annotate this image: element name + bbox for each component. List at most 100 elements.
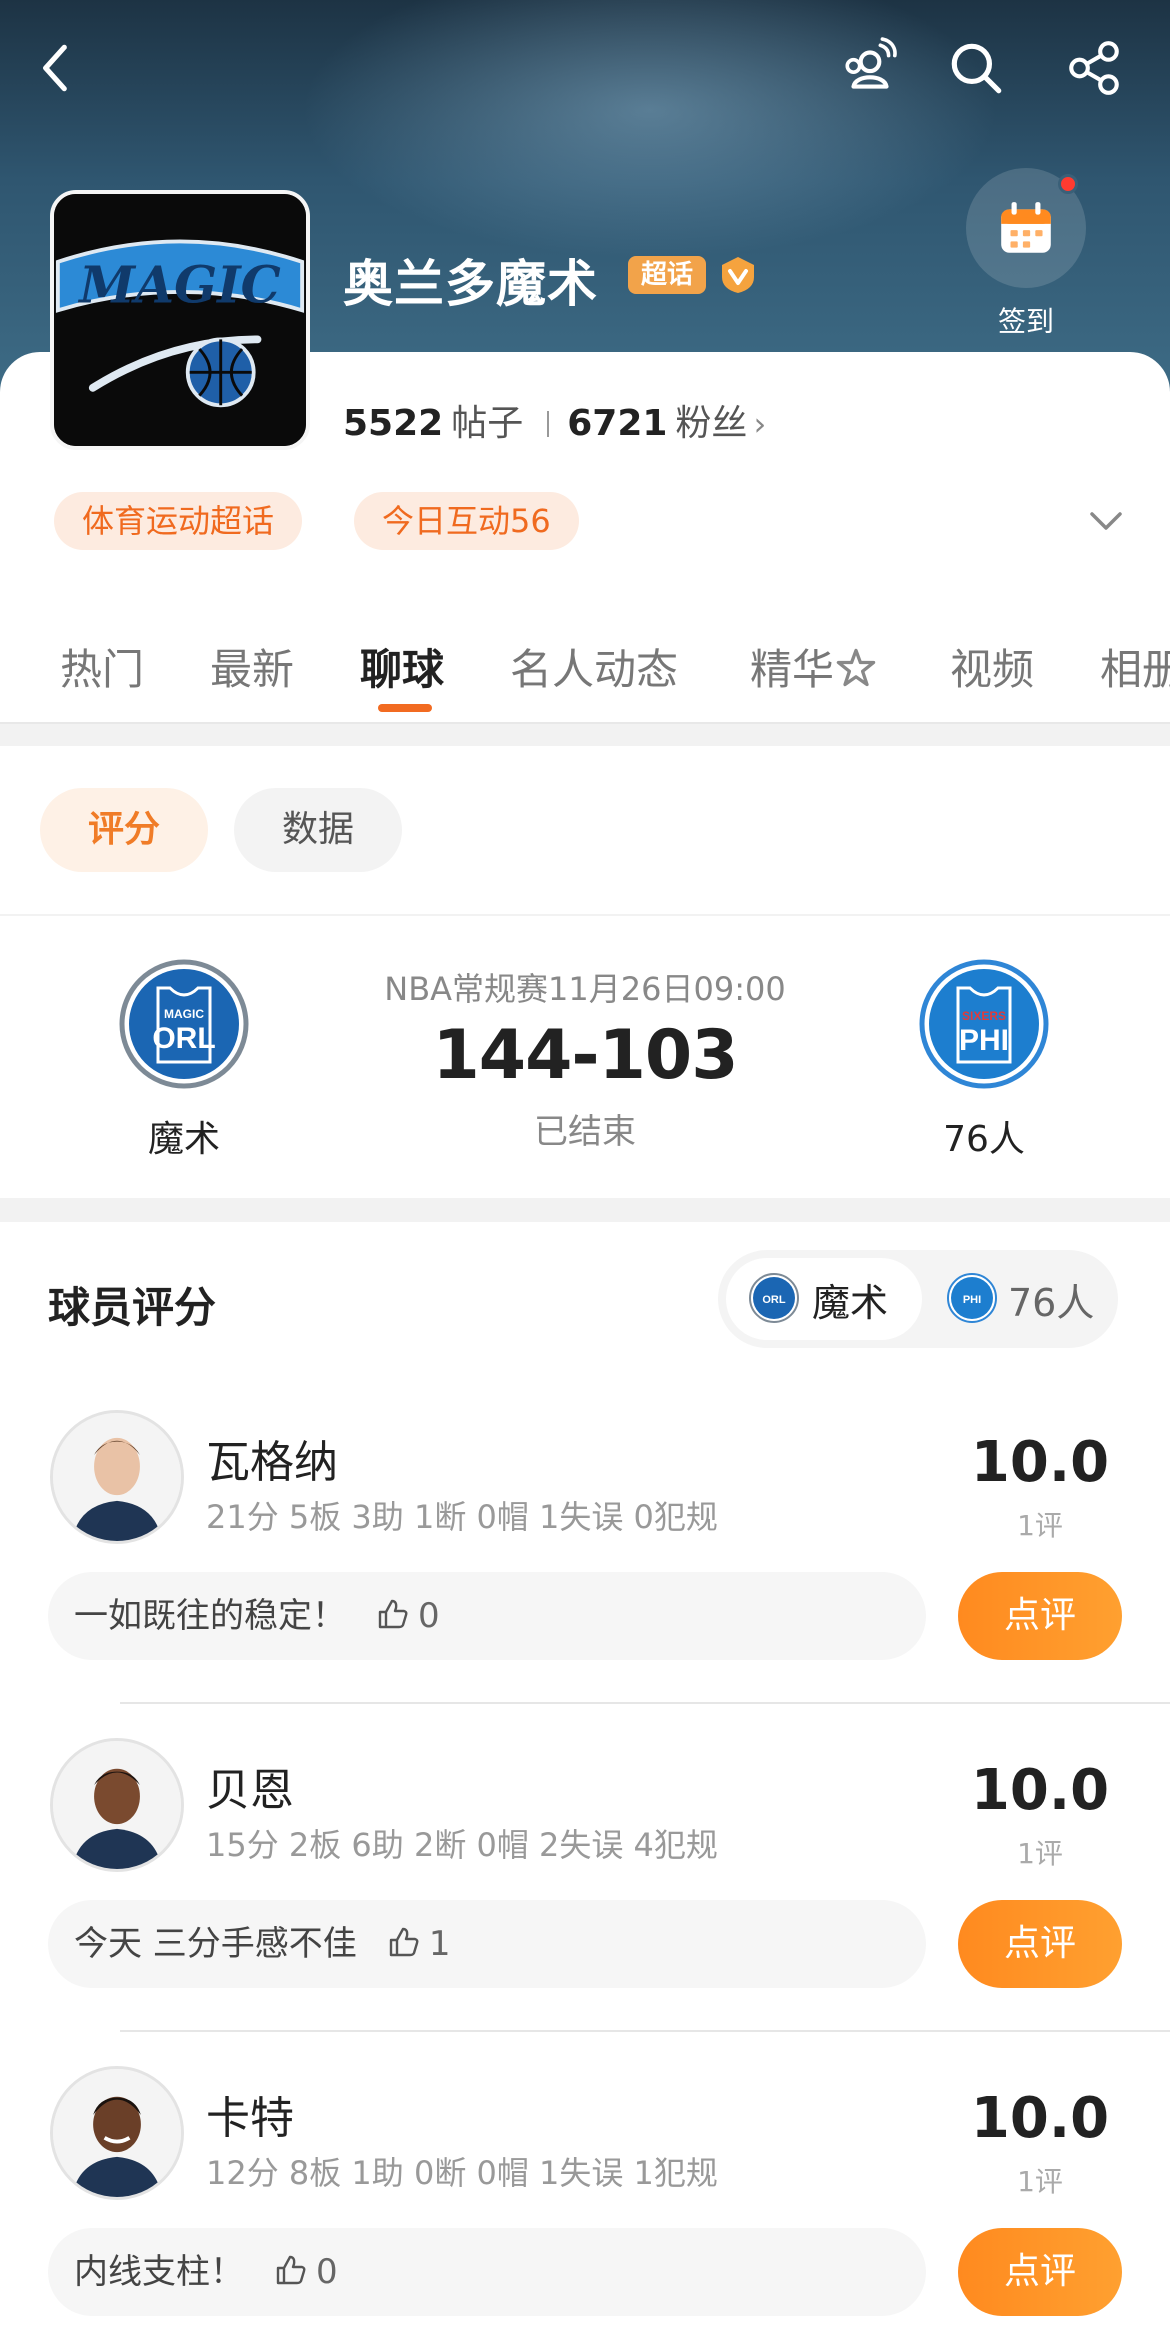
tab-chat-ball[interactable]: 聊球 [360,636,444,697]
page-title: 奥兰多魔术 [343,255,598,313]
tab-latest[interactable]: 最新 [210,636,294,697]
player-stats: 15分 2板 6助 2断 0帽 2失误 4犯规 [206,1826,718,1864]
calendar-icon [1001,202,1051,253]
home-team-name: 魔术 [147,1119,220,1160]
player-row[interactable]: 贝恩 15分 2板 6助 2断 0帽 2失误 4犯规 10.0 1评 今天 三分… [0,1738,1170,2066]
data-segment-button[interactable]: 数据 [234,788,402,872]
comment-text: 内线支柱！ [74,2252,244,2292]
back-button[interactable] [16,28,96,108]
active-tab-indicator [378,704,432,712]
chevron-right-icon: › [753,405,767,443]
stats-separator [547,411,550,437]
player-score: 10.0 [970,2086,1110,2151]
expand-button[interactable] [1086,500,1126,540]
magic-team-logo-icon: MAGIC ORL [119,959,249,1089]
row-divider [120,1702,1170,1704]
topic-stats[interactable]: 5522 帖子 6721 粉丝 › [343,394,766,446]
like-count: 0 [418,1596,440,1636]
thumbs-up-icon[interactable] [274,2253,308,2287]
comment-text: 一如既往的稳定！ [74,1596,346,1636]
thumbs-up-icon[interactable] [376,1597,410,1631]
tag-sports[interactable]: 体育运动超话 [54,492,303,550]
match-card[interactable]: MAGIC ORL 魔术 NBA常规赛11月26日09:00 144-103 已… [0,916,1170,1198]
player-stats: 12分 8板 1助 0断 0帽 1失误 1犯规 [206,2154,718,2192]
posts-count: 5522 [343,403,444,444]
team-switch-away-label: 76人 [1008,1281,1095,1325]
player-rating-count: 1评 [1017,1837,1063,1870]
fans-count: 6721 [567,403,668,444]
match-score: 144-103 [432,1016,738,1095]
review-button[interactable]: 点评 [958,1900,1122,1988]
player-row[interactable]: 瓦格纳 21分 5板 3助 1断 0帽 1失误 0犯规 10.0 1评 一如既往… [0,1410,1170,1738]
player-name: 卡特 [206,2093,294,2144]
player-ratings-section: 球员评分 ORL 魔术 PHI 76人 瓦格纳 21分 5板 3助 1断 0帽 … [0,1222,1170,2326]
svg-text:ORL: ORL [762,1294,786,1306]
team-switch-home-label: 魔术 [812,1281,889,1325]
away-team-name: 76人 [943,1119,1025,1160]
top-comment[interactable]: 一如既往的稳定！ 0 [48,1572,926,1660]
like-count: 0 [316,2252,338,2292]
top-comment[interactable]: 今天 三分手感不佳 1 [48,1900,926,1988]
player-rating-count: 1评 [1017,1509,1063,1542]
player-photo-icon [53,1741,181,1869]
like-count: 1 [428,1924,451,1964]
player-score: 10.0 [970,1758,1110,1823]
home-logo-abbr: ORL [152,1022,215,1055]
tag-interaction[interactable]: 今日互动56 [354,492,579,550]
team-switch: ORL 魔术 PHI 76人 [718,1250,1118,1348]
player-avatar[interactable] [50,1410,184,1544]
super-topic-badge: 超话 [628,256,706,294]
share-button[interactable] [1054,28,1134,108]
tab-album[interactable]: 相册 [1100,636,1170,697]
magic-logo-icon: MAGIC [54,194,306,446]
tab-celebrity[interactable]: 名人动态 [510,636,678,697]
top-comment[interactable]: 内线支柱！ 0 [48,2228,926,2316]
tab-video[interactable]: 视频 [950,636,1034,697]
home-logo-word: MAGIC [164,1007,204,1021]
player-score: 10.0 [970,1430,1110,1495]
tab-featured[interactable]: 精华 [750,636,878,697]
segment-bar: 评分 数据 [0,746,1170,914]
player-rating-count: 1评 [1017,2165,1063,2198]
player-photo-icon [53,2069,181,2197]
player-avatar[interactable] [50,2066,184,2200]
away-logo-abbr: PHI [959,1024,1009,1057]
rating-segment-button[interactable]: 评分 [40,788,208,872]
posts-label: 帖子 [451,403,524,444]
signin-label: 签到 [997,305,1054,338]
tab-featured-label: 精华 [750,645,835,694]
comment-text: 今天 三分手感不佳 [74,1924,357,1964]
fans-label: 粉丝 [675,403,748,444]
verified-badge [718,255,758,295]
player-avatar[interactable] [50,1738,184,1872]
match-status: 已结束 [534,1112,636,1152]
search-icon [951,43,1002,94]
back-arrow-icon [43,44,67,92]
star-icon [836,648,876,687]
review-button[interactable]: 点评 [958,1572,1122,1660]
player-row[interactable]: 卡特 12分 8板 1助 0断 0帽 1失误 1犯规 10.0 1评 内线支柱！… [0,2066,1170,2326]
player-name: 贝恩 [206,1765,294,1816]
player-stats: 21分 5板 3助 1断 0帽 1失误 0犯规 [206,1498,718,1536]
sixers-team-logo-icon: SIXERS PHI [919,959,1049,1089]
row-divider [120,2030,1170,2032]
tab-hot[interactable]: 热门 [60,636,144,697]
review-button[interactable]: 点评 [958,2228,1122,2316]
share-icon [1069,41,1119,95]
player-photo-icon [53,1413,181,1541]
verified-shield-icon [722,257,754,293]
svg-text:PHI: PHI [963,1294,981,1306]
search-button[interactable] [936,28,1016,108]
thumbs-up-icon[interactable] [387,1925,421,1959]
super-friends-button[interactable] [830,28,910,108]
chevron-down-icon [1090,512,1122,530]
away-logo-word: SIXERS [962,1009,1006,1023]
sixers-mini-logo-icon: PHI [947,1273,997,1323]
svg-text:MAGIC: MAGIC [77,256,281,315]
tab-divider [0,722,1170,724]
player-name: 瓦格纳 [206,1437,338,1488]
people-signal-icon [845,37,897,89]
tab-bar: 热门 最新 聊球 名人动态 精华 视频 相册 [0,628,1170,724]
team-logo: MAGIC [50,190,310,450]
magic-mini-logo-icon: ORL [749,1273,799,1323]
